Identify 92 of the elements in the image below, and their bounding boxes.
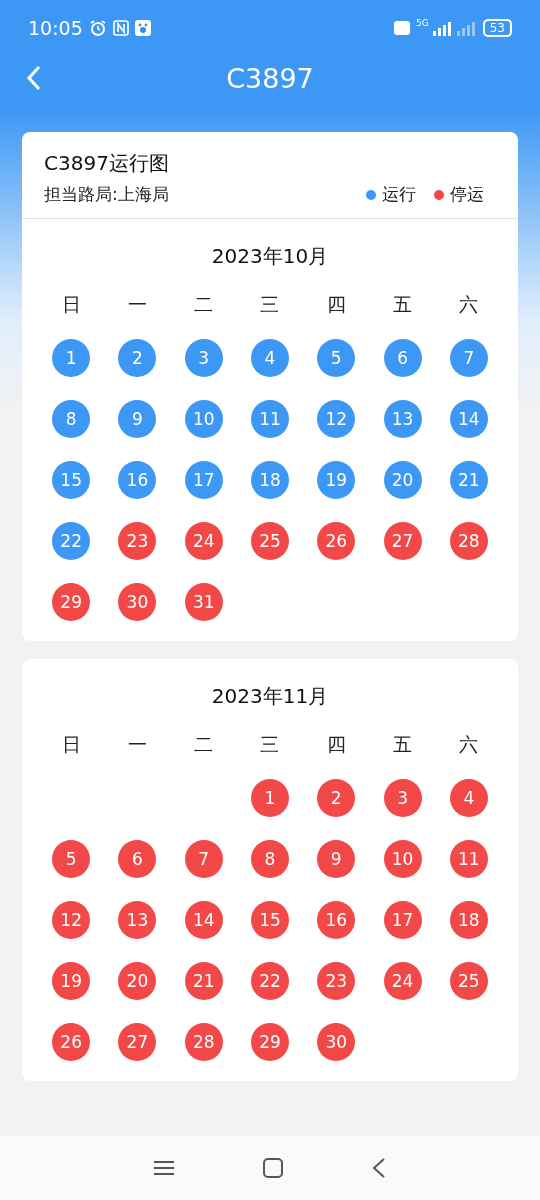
day-marker[interactable]: 29 <box>52 583 91 621</box>
day-marker[interactable]: 25 <box>449 962 488 1000</box>
weekday-label: 三 <box>260 292 280 317</box>
weekday-label: 日 <box>61 292 81 317</box>
day-marker[interactable]: 3 <box>184 339 223 377</box>
day-marker[interactable]: 4 <box>251 339 289 377</box>
day-marker[interactable]: 9 <box>118 400 157 438</box>
nfc-icon <box>112 20 129 36</box>
day-marker[interactable]: 15 <box>251 901 289 939</box>
day-marker[interactable]: 21 <box>184 962 223 1000</box>
day-marker[interactable]: 14 <box>184 901 223 939</box>
alarm-icon <box>88 19 107 37</box>
day-marker[interactable]: 22 <box>251 962 289 1000</box>
day-marker[interactable]: 17 <box>184 461 223 499</box>
month-title: 2023年11月 <box>210 683 330 710</box>
day-marker[interactable]: 5 <box>317 339 356 377</box>
day-marker[interactable]: 10 <box>383 840 422 878</box>
day-marker[interactable]: 26 <box>52 1023 91 1061</box>
day-marker[interactable]: 22 <box>52 522 91 560</box>
day-marker[interactable]: 15 <box>52 461 91 499</box>
day-marker[interactable]: 16 <box>317 901 356 939</box>
day-marker[interactable]: 25 <box>251 522 289 560</box>
network-label: 5G <box>416 18 429 28</box>
day-marker[interactable]: 24 <box>383 962 422 1000</box>
day-marker[interactable]: 1 <box>251 779 289 817</box>
month-title: 2023年10月 <box>210 243 330 270</box>
page-title: C3897 <box>225 62 315 94</box>
day-marker[interactable]: 8 <box>251 840 289 878</box>
signal-icon <box>430 20 477 36</box>
weekday-label: 二 <box>194 292 214 317</box>
day-marker[interactable]: 2 <box>118 339 157 377</box>
legend-label: 停运 <box>450 183 484 206</box>
day-marker[interactable]: 27 <box>383 522 422 560</box>
day-marker[interactable]: 29 <box>251 1023 289 1061</box>
day-marker[interactable]: 21 <box>449 461 488 499</box>
day-marker[interactable]: 12 <box>317 400 356 438</box>
chart-title: C3897运行图 <box>44 150 170 177</box>
home-icon[interactable] <box>263 1158 283 1178</box>
day-marker[interactable]: 17 <box>383 901 422 939</box>
weekday-label: 六 <box>459 732 479 757</box>
day-marker[interactable]: 13 <box>383 400 422 438</box>
day-marker[interactable]: 30 <box>118 583 157 621</box>
day-marker[interactable]: 13 <box>118 901 157 939</box>
status-time: 10:05 <box>28 17 83 39</box>
day-marker[interactable]: 20 <box>118 962 157 1000</box>
day-marker[interactable]: 18 <box>449 901 488 939</box>
day-marker[interactable]: 23 <box>118 522 157 560</box>
day-marker[interactable]: 4 <box>449 779 488 817</box>
day-marker[interactable]: 11 <box>449 840 488 878</box>
day-marker[interactable]: 19 <box>52 962 91 1000</box>
weekday-label: 五 <box>393 732 413 757</box>
weekday-label: 六 <box>459 292 479 317</box>
day-marker[interactable]: 6 <box>383 339 422 377</box>
weekday-label: 一 <box>127 292 147 317</box>
day-marker[interactable]: 23 <box>317 962 356 1000</box>
day-marker[interactable]: 28 <box>184 1023 223 1061</box>
weekday-label: 日 <box>61 732 81 757</box>
day-marker[interactable]: 20 <box>383 461 422 499</box>
day-marker[interactable]: 30 <box>317 1023 356 1061</box>
weekday-label: 五 <box>393 292 413 317</box>
day-marker[interactable]: 7 <box>184 840 223 878</box>
day-marker[interactable]: 2 <box>317 779 356 817</box>
day-marker[interactable]: 16 <box>118 461 157 499</box>
day-marker[interactable]: 26 <box>317 522 356 560</box>
battery-indicator: 53 <box>482 19 512 37</box>
day-marker[interactable]: 24 <box>184 522 223 560</box>
day-marker[interactable]: 12 <box>52 901 91 939</box>
legend-label: 运行 <box>382 183 416 206</box>
day-marker[interactable]: 7 <box>449 339 488 377</box>
paw-icon <box>134 20 151 36</box>
bureau-label: 担当路局:上海局 <box>44 183 170 206</box>
day-marker[interactable]: 28 <box>449 522 488 560</box>
weekday-label: 一 <box>127 732 147 757</box>
weekday-label: 四 <box>326 732 346 757</box>
day-marker[interactable]: 5 <box>52 840 91 878</box>
weekday-label: 二 <box>194 732 214 757</box>
weekday-label: 三 <box>260 732 280 757</box>
back-icon[interactable] <box>371 1158 386 1178</box>
day-marker[interactable]: 27 <box>118 1023 157 1061</box>
day-marker[interactable]: 10 <box>184 400 223 438</box>
day-marker[interactable]: 11 <box>251 400 289 438</box>
day-marker[interactable]: 8 <box>52 400 91 438</box>
day-marker[interactable]: 18 <box>251 461 289 499</box>
day-marker[interactable]: 14 <box>449 400 488 438</box>
day-marker[interactable]: 9 <box>317 840 356 878</box>
weekday-label: 四 <box>326 292 346 317</box>
menu-icon[interactable] <box>154 1160 175 1176</box>
day-marker[interactable]: 6 <box>118 840 157 878</box>
day-marker[interactable]: 3 <box>383 779 422 817</box>
day-marker[interactable]: 31 <box>184 583 223 621</box>
day-marker[interactable]: 19 <box>317 461 356 499</box>
day-marker[interactable]: 1 <box>52 339 91 377</box>
